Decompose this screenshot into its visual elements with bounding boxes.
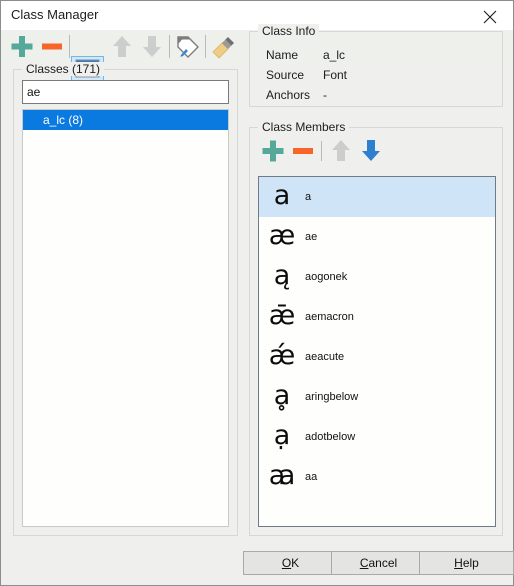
class-info-source-label: Source [266, 68, 305, 82]
member-glyph-preview: ḁ [273, 380, 291, 411]
class-info-group-label: Class Info [258, 24, 320, 38]
class-members-list[interactable]: a a æ ae ą aogonek ǣ aemacron ǽ aeacute … [258, 176, 496, 527]
remove-member-button[interactable] [288, 138, 318, 164]
class-info-source-value: Font [323, 68, 348, 82]
brush-icon [212, 37, 234, 59]
member-glyph-preview: æ [268, 220, 296, 251]
add-member-button[interactable] [258, 138, 288, 164]
cancel-button[interactable]: Cancel [331, 551, 426, 575]
member-name: adotbelow [305, 431, 356, 443]
arrow-up-icon [113, 36, 131, 57]
member-down-button[interactable] [356, 138, 386, 164]
move-up-button[interactable] [107, 32, 137, 61]
member-name: aa [305, 471, 318, 483]
tag-pen-icon [177, 36, 199, 58]
rename-tag-button[interactable] [173, 32, 203, 61]
member-row[interactable]: ḁ aringbelow [259, 377, 495, 417]
ok-button-label: K [291, 556, 300, 570]
members-toolbar-separator [321, 141, 322, 161]
remove-class-button[interactable] [37, 32, 67, 61]
member-row[interactable]: ą aogonek [259, 257, 495, 297]
class-members-group: Class Members a a æ ae ą aogonek ǣ aemac… [249, 120, 503, 536]
class-info-anchors-label: Anchors [266, 88, 311, 102]
class-info-name-value: a_lc [323, 48, 346, 62]
member-row[interactable]: ǣ aemacron [259, 297, 495, 337]
member-row[interactable]: ꜳ aa [259, 457, 495, 497]
class-info-group: Class Info Name a_lc Source Font Anchors… [249, 24, 503, 107]
cancel-button-label: ancel [368, 556, 398, 570]
help-button-label: elp [462, 556, 479, 570]
minus-icon [42, 43, 62, 50]
member-glyph-preview: ạ [273, 420, 291, 451]
plus-icon [11, 36, 33, 57]
classes-group: Classes (171) a_lc (8) [13, 62, 238, 536]
help-button[interactable]: Help [419, 551, 514, 575]
member-glyph-preview: ꜳ [268, 460, 296, 491]
classes-list-item[interactable]: a_lc (8) [23, 110, 228, 130]
member-glyph-preview: ǣ [268, 300, 296, 331]
member-name: aringbelow [305, 391, 359, 403]
class-info-anchors-value: - [323, 88, 327, 102]
move-down-button[interactable] [137, 32, 167, 61]
minus-icon [293, 148, 313, 154]
close-icon [483, 10, 497, 24]
member-name: aogonek [305, 271, 348, 283]
member-up-button[interactable] [326, 138, 356, 164]
member-row[interactable]: ǽ aeacute [259, 337, 495, 377]
member-name: aemacron [305, 311, 354, 323]
toolbar-separator-3 [205, 35, 206, 58]
member-row[interactable]: æ ae [259, 217, 495, 257]
arrow-down-icon [143, 36, 161, 57]
member-name: a [305, 191, 312, 203]
plus-icon [262, 140, 284, 162]
member-name: ae [305, 231, 318, 243]
arrow-down-icon [362, 140, 380, 161]
add-class-button[interactable] [7, 32, 37, 61]
class-search-input[interactable] [22, 80, 229, 104]
help-button-accel: H [454, 556, 463, 570]
member-name: aeacute [305, 351, 345, 363]
classes-group-label: Classes (171) [22, 62, 105, 76]
member-row[interactable]: a a [259, 177, 495, 217]
member-row[interactable]: ạ adotbelow [259, 417, 495, 457]
title-bar: Class Manager [1, 1, 513, 30]
toolbar-separator-2 [169, 35, 170, 58]
classes-list[interactable]: a_lc (8) [22, 109, 229, 527]
arrow-up-icon [332, 140, 350, 161]
ok-button-accel: O [281, 556, 292, 570]
clean-button[interactable] [209, 32, 239, 61]
window-title: Class Manager [11, 7, 99, 22]
member-glyph-preview: a [273, 180, 291, 211]
toolbar-separator-1 [69, 35, 70, 58]
member-glyph-preview: ǽ [268, 340, 296, 371]
class-info-name-label: Name [266, 48, 299, 62]
class-manager-dialog: Class Manager Classes (171) ae a_lc (8) … [0, 0, 514, 586]
class-members-group-label: Class Members [258, 120, 350, 134]
ok-button[interactable]: OK [243, 551, 338, 575]
member-glyph-preview: ą [273, 260, 291, 291]
close-button[interactable] [467, 1, 513, 29]
